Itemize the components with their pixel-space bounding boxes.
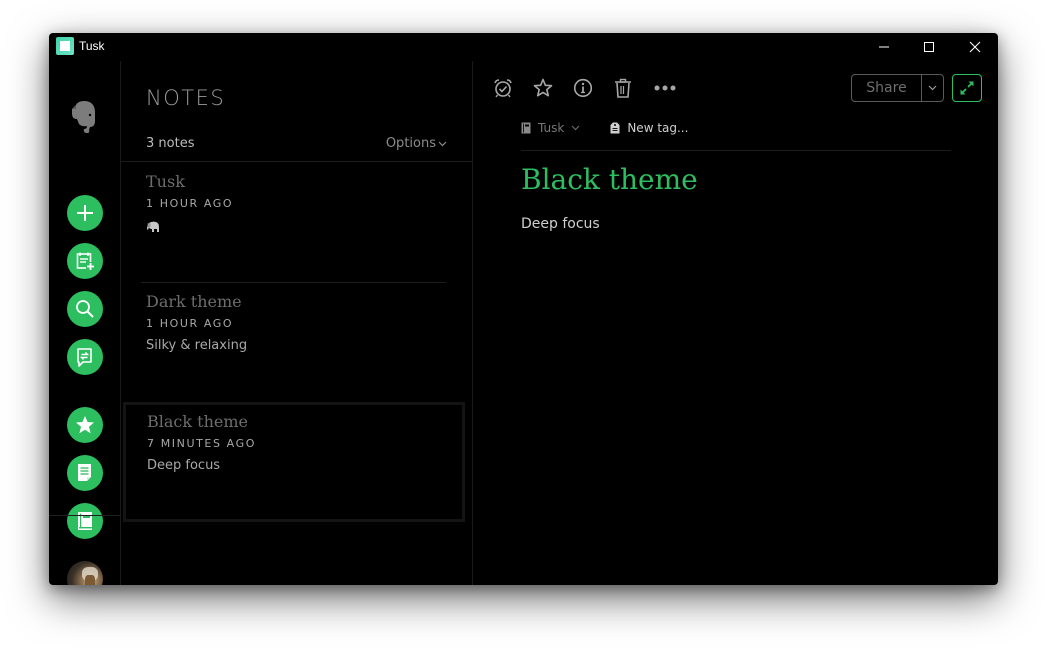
new-chat-button[interactable]	[67, 243, 103, 279]
note-item-time: 1 HOUR AGO	[146, 197, 234, 210]
maximize-icon	[924, 42, 934, 52]
note-item-title: Dark theme	[146, 292, 242, 311]
more-dots-icon	[654, 85, 676, 91]
notebook-icon	[521, 122, 531, 134]
note-list-item-selected[interactable]: Black theme 7 MINUTES AGO Deep focus	[123, 402, 465, 522]
note-item-snippet: Silky & relaxing	[146, 338, 248, 353]
note-separator	[141, 282, 446, 283]
elephant-logo-icon[interactable]	[68, 99, 100, 135]
options-label: Options	[385, 136, 436, 151]
note-list-item[interactable]: Dark theme 1 HOUR AGO Silky & relaxing	[121, 282, 473, 402]
new-tag-placeholder: New tag...	[627, 121, 689, 135]
note-item-title: Tusk	[146, 172, 185, 191]
window-title: Tusk	[79, 39, 105, 53]
app-window: Tusk NOTES 3 notes Options Tusk 1 HOUR A…	[49, 33, 998, 585]
notes-heading: NOTES	[146, 86, 226, 110]
note-list-panel: NOTES 3 notes Options Tusk 1 HOUR AGO Da…	[121, 61, 473, 585]
new-note-button[interactable]	[67, 195, 103, 231]
search-icon	[76, 300, 94, 318]
chevron-down-icon	[928, 85, 937, 91]
trash-icon	[615, 78, 631, 98]
info-icon	[573, 78, 593, 98]
user-avatar[interactable]	[67, 561, 103, 585]
maximize-button[interactable]	[906, 33, 952, 61]
sidebar	[49, 61, 121, 585]
note-body-field[interactable]: Deep focus	[521, 216, 600, 232]
expand-icon	[960, 81, 974, 95]
new-tag-input[interactable]: New tag...	[610, 121, 688, 135]
star-icon	[76, 416, 94, 434]
note-editor: Share Tusk New tag... Black theme Deep f…	[473, 61, 998, 585]
elephant-emoji-icon	[147, 221, 159, 232]
share-button-group: Share	[851, 74, 944, 102]
reminder-button[interactable]	[490, 75, 516, 101]
share-button[interactable]: Share	[852, 75, 922, 101]
work-chat-button[interactable]	[67, 339, 103, 375]
sidebar-divider	[49, 515, 121, 516]
note-item-snippet	[146, 218, 160, 237]
notebook-name: Tusk	[538, 121, 565, 135]
close-icon	[969, 41, 981, 53]
info-button[interactable]	[570, 75, 596, 101]
tag-icon	[610, 122, 620, 134]
note-title-field[interactable]: Black theme	[521, 163, 698, 196]
notes-button[interactable]	[67, 455, 103, 491]
expand-button[interactable]	[952, 74, 982, 102]
delete-button[interactable]	[610, 75, 636, 101]
note-item-title: Black theme	[147, 412, 248, 431]
share-dropdown-button[interactable]	[922, 75, 943, 101]
minimize-icon	[879, 46, 889, 48]
note-icon	[78, 464, 91, 481]
note-item-time: 1 HOUR AGO	[146, 317, 234, 330]
alarm-clock-icon	[494, 79, 512, 98]
note-meta-row: Tusk New tag...	[521, 118, 688, 138]
minimize-button[interactable]	[861, 33, 907, 61]
notebooks-button[interactable]	[67, 503, 103, 539]
search-button[interactable]	[67, 291, 103, 327]
shortcuts-button[interactable]	[67, 407, 103, 443]
chevron-down-icon	[438, 141, 447, 146]
more-button[interactable]	[650, 75, 680, 101]
notebook-selector[interactable]: Tusk	[521, 121, 580, 135]
note-list-item[interactable]: Tusk 1 HOUR AGO	[121, 162, 473, 282]
close-button[interactable]	[952, 33, 998, 61]
chevron-down-icon	[571, 125, 580, 131]
shortcut-star-button[interactable]	[530, 75, 556, 101]
notebook-icon	[78, 512, 92, 530]
plus-icon	[77, 205, 93, 221]
notes-count: 3 notes	[146, 136, 195, 151]
options-dropdown[interactable]: Options	[386, 136, 447, 151]
meta-divider	[521, 150, 951, 151]
note-add-icon	[76, 252, 95, 271]
star-outline-icon	[533, 78, 553, 97]
title-bar: Tusk	[49, 33, 998, 61]
app-icon	[56, 37, 74, 55]
chat-icon	[77, 348, 92, 367]
note-item-snippet: Deep focus	[147, 458, 221, 473]
note-item-time: 7 MINUTES AGO	[147, 437, 256, 450]
